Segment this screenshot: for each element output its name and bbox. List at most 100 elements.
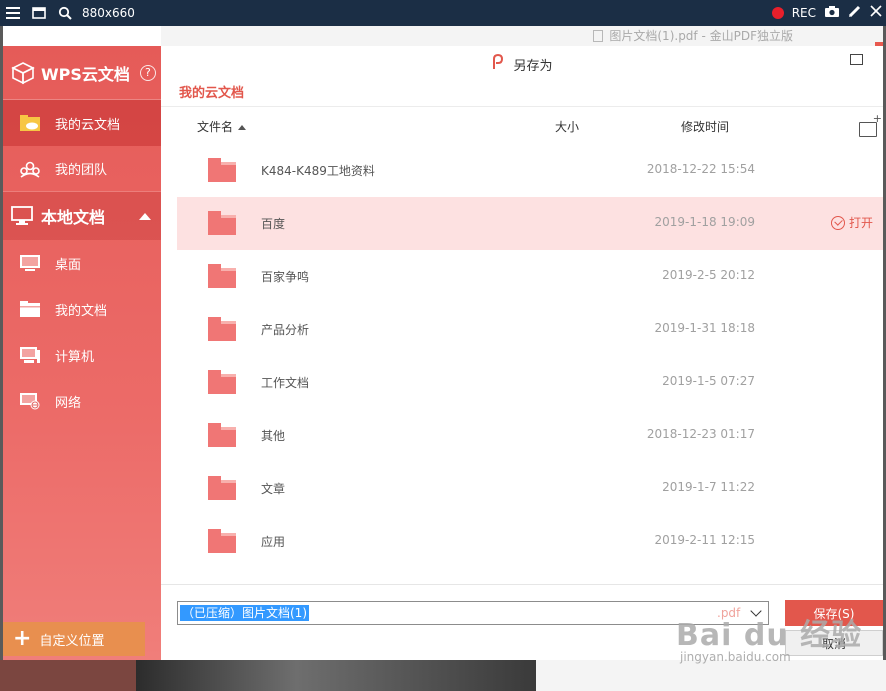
sidebar-item-label: 网络 xyxy=(55,395,82,411)
table-row[interactable]: K484-K489工地资料 2018-12-22 15:54 xyxy=(177,144,883,197)
divider xyxy=(161,584,883,585)
network-icon xyxy=(20,393,40,410)
sidebar-item-my-documents[interactable]: 我的文档 xyxy=(3,286,161,332)
sidebar-item-label: 计算机 xyxy=(55,349,95,365)
row-date: 2019-1-18 19:09 xyxy=(654,215,756,229)
pdf-file-icon xyxy=(593,30,604,42)
table-row[interactable]: 应用 2019-2-11 12:15 xyxy=(177,515,883,568)
sidebar-item-my-team[interactable]: 我的团队 xyxy=(3,146,161,192)
folder-icon xyxy=(208,264,236,288)
watermark-logo: Bai du 经验 xyxy=(676,618,863,653)
sidebar-section-local[interactable]: 本地文档 xyxy=(3,192,161,240)
sidebar-item-computer[interactable]: 计算机 xyxy=(3,332,161,378)
sidebar-item-desktop[interactable]: 桌面 xyxy=(3,240,161,286)
capture-size: 880x660 xyxy=(82,6,135,20)
row-date: 2019-2-11 12:15 xyxy=(654,533,756,547)
app-title-bar: 图片文档(1).pdf - 金山PDF独立版 xyxy=(161,26,883,46)
location-sidebar: WPS云文档 ? 我的云文档 我的团队 本地文档 桌面 我的文档 计算机 网络 … xyxy=(3,46,161,660)
folder-icon xyxy=(208,211,236,235)
row-name: 其他 xyxy=(261,429,286,443)
save-as-dialog: 另存为 我的云文档 文件名 大小 修改时间 K484-K489工地资料 2018… xyxy=(161,46,883,660)
table-row[interactable]: 文章 2019-1-7 11:22 xyxy=(177,462,883,515)
sidebar-item-network[interactable]: 网络 xyxy=(3,378,161,424)
background-photo xyxy=(0,660,136,691)
computer-icon xyxy=(20,347,40,363)
custom-location-button[interactable]: + 自定义位置 xyxy=(3,622,145,656)
sidebar-item-my-cloud[interactable]: 我的云文档 xyxy=(3,100,161,146)
row-name: 应用 xyxy=(261,535,286,549)
row-name: 百度 xyxy=(261,217,286,231)
check-circle-icon xyxy=(830,215,845,230)
help-icon[interactable]: ? xyxy=(139,64,156,81)
cloud-folder-icon xyxy=(20,115,40,131)
sidebar-section-label: 本地文档 xyxy=(41,208,106,227)
breadcrumb[interactable]: 我的云文档 xyxy=(179,82,244,101)
column-header-size[interactable]: 大小 xyxy=(555,118,579,135)
table-row[interactable]: 产品分析 2019-1-31 18:18 xyxy=(177,303,883,356)
sidebar-item-label: 我的团队 xyxy=(55,163,108,178)
row-name: 百家争鸣 xyxy=(261,270,310,284)
recorder-toolbar: 880x660 REC xyxy=(0,0,886,26)
plus-icon: + xyxy=(13,626,32,651)
app-title: 图片文档(1).pdf - 金山PDF独立版 xyxy=(593,27,793,44)
window-icon[interactable] xyxy=(26,0,52,26)
save-as-window: 图片文档(1).pdf - 金山PDF独立版 WPS云文档 ? 我的云文档 我的… xyxy=(3,26,883,660)
background-photo xyxy=(136,660,536,691)
team-icon xyxy=(20,161,40,178)
row-date: 2019-1-7 11:22 xyxy=(662,480,755,494)
pen-icon[interactable] xyxy=(848,4,862,22)
sidebar-item-label: 桌面 xyxy=(55,257,82,273)
collapse-caret-icon[interactable] xyxy=(139,212,152,220)
table-row[interactable]: 工作文档 2019-1-5 07:27 xyxy=(177,356,883,409)
open-folder-button[interactable]: 打开 xyxy=(830,214,873,231)
folder-icon xyxy=(20,301,40,317)
desktop-icon xyxy=(20,255,40,271)
folder-icon xyxy=(208,370,236,394)
zoom-icon[interactable] xyxy=(52,0,78,26)
folder-icon xyxy=(208,423,236,447)
row-date: 2019-2-5 20:12 xyxy=(662,268,755,282)
sort-ascending-icon xyxy=(238,125,247,130)
folder-icon xyxy=(208,317,236,341)
column-header-modified[interactable]: 修改时间 xyxy=(681,118,729,135)
row-name: K484-K489工地资料 xyxy=(261,164,375,178)
table-row-selected[interactable]: 百度 2019-1-18 19:09 打开 xyxy=(177,197,883,250)
file-list-header: 文件名 大小 修改时间 xyxy=(161,108,883,144)
wps-cube-icon xyxy=(11,61,35,84)
menu-icon[interactable] xyxy=(0,0,26,26)
sidebar-brand: WPS云文档 xyxy=(41,64,130,84)
close-icon[interactable] xyxy=(870,5,882,21)
new-folder-icon[interactable] xyxy=(859,112,882,137)
background-document xyxy=(536,660,886,691)
custom-location-label: 自定义位置 xyxy=(39,633,105,649)
table-row[interactable]: 百家争鸣 2019-2-5 20:12 xyxy=(177,250,883,303)
pdf-logo-icon xyxy=(491,53,505,74)
row-date: 2018-12-23 01:17 xyxy=(646,427,755,441)
folder-icon xyxy=(208,158,236,182)
record-button[interactable]: REC xyxy=(792,6,816,20)
record-dot-icon[interactable] xyxy=(771,7,784,19)
watermark: Bai du 经验 jingyan.baidu.com xyxy=(676,610,863,664)
row-date: 2018-12-22 15:54 xyxy=(646,162,755,176)
dialog-title: 另存为 xyxy=(513,58,553,74)
dialog-title-bar: 另存为 xyxy=(161,46,883,82)
monitor-icon xyxy=(11,206,33,225)
maximize-icon[interactable] xyxy=(850,54,863,65)
column-header-name[interactable]: 文件名 xyxy=(197,118,247,135)
sidebar-header: WPS云文档 ? xyxy=(3,46,161,100)
filename-selected-text: （已压缩）图片文档(1) xyxy=(180,605,309,621)
row-name: 文章 xyxy=(261,482,286,496)
camera-icon[interactable] xyxy=(824,5,840,22)
sidebar-item-label: 我的云文档 xyxy=(55,117,121,133)
folder-icon xyxy=(208,476,236,500)
watermark-url: jingyan.baidu.com xyxy=(680,650,791,664)
sidebar-item-label: 我的文档 xyxy=(55,303,108,319)
row-name: 产品分析 xyxy=(261,323,310,337)
table-row[interactable]: 其他 2018-12-23 01:17 xyxy=(177,409,883,462)
folder-icon xyxy=(208,529,236,553)
row-date: 2019-1-5 07:27 xyxy=(662,374,755,388)
row-name: 工作文档 xyxy=(261,376,310,390)
file-list: K484-K489工地资料 2018-12-22 15:54 百度 2019-1… xyxy=(177,144,883,568)
divider xyxy=(161,106,883,107)
row-date: 2019-1-31 18:18 xyxy=(654,321,756,335)
